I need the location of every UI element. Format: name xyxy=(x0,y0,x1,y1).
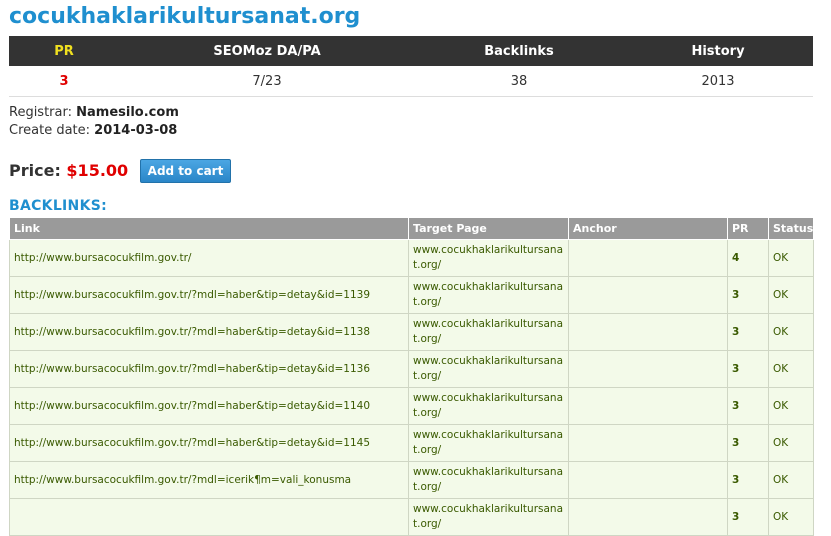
target-page: www.cocukhaklarikultursanat.org/ xyxy=(408,276,569,314)
backlink-url[interactable]: http://www.bursacocukfilm.gov.tr/?mdl=ic… xyxy=(9,461,409,499)
backlink-pr: 3 xyxy=(727,424,769,462)
backlinks-header-target: Target Page xyxy=(408,218,569,240)
backlink-status: OK xyxy=(768,313,814,351)
table-row: www.cocukhaklarikultursanat.org/3 OK xyxy=(9,498,814,536)
backlink-url[interactable]: http://www.bursacocukfilm.gov.tr/?mdl=ha… xyxy=(9,350,409,388)
backlinks-heading: BACKLINKS: xyxy=(9,198,108,214)
anchor-text xyxy=(568,387,728,425)
backlink-pr: 3 xyxy=(727,313,769,351)
backlink-url[interactable]: http://www.bursacocukfilm.gov.tr/?mdl=ha… xyxy=(9,276,409,314)
target-page: www.cocukhaklarikultursanat.org/ xyxy=(408,313,569,351)
create-date-value: 2014-03-08 xyxy=(94,123,178,138)
domain-title: cocukhaklarikultursanat.org xyxy=(9,4,361,29)
target-page: www.cocukhaklarikultursanat.org/ xyxy=(408,350,569,388)
backlinks-table-body: http://www.bursacocukfilm.gov.tr/www.coc… xyxy=(9,239,814,536)
page: cocukhaklarikultursanat.org PR SEOMoz DA… xyxy=(0,0,831,536)
table-row: http://www.bursacocukfilm.gov.tr/?mdl=ic… xyxy=(9,461,814,499)
backlink-pr: 3 xyxy=(727,276,769,314)
backlink-url[interactable]: http://www.bursacocukfilm.gov.tr/?mdl=ha… xyxy=(9,313,409,351)
backlink-pr: 4 xyxy=(727,239,769,277)
create-date-line: Create date: 2014-03-08 xyxy=(9,123,177,138)
target-page: www.cocukhaklarikultursanat.org/ xyxy=(408,424,569,462)
stats-header-history: History xyxy=(623,36,813,66)
stats-header-row: PR SEOMoz DA/PA Backlinks History xyxy=(9,36,813,66)
backlinks-table: Link Target Page Anchor PR Status http:/… xyxy=(9,218,814,536)
backlink-url[interactable] xyxy=(9,498,409,536)
domain-stats-table: PR SEOMoz DA/PA Backlinks History 3 7/23… xyxy=(9,36,813,97)
backlink-url[interactable]: http://www.bursacocukfilm.gov.tr/?mdl=ha… xyxy=(9,387,409,425)
price-label: Price: xyxy=(9,161,61,180)
anchor-text xyxy=(568,498,728,536)
backlinks-header-row: Link Target Page Anchor PR Status xyxy=(9,218,814,240)
stats-value-backlinks: 38 xyxy=(415,66,623,97)
backlink-status: OK xyxy=(768,424,814,462)
table-row: http://www.bursacocukfilm.gov.tr/?mdl=ha… xyxy=(9,313,814,351)
backlink-status: OK xyxy=(768,239,814,277)
anchor-text xyxy=(568,276,728,314)
target-page: www.cocukhaklarikultursanat.org/ xyxy=(408,387,569,425)
stats-header-seomoz: SEOMoz DA/PA xyxy=(119,36,415,66)
backlinks-header-link: Link xyxy=(9,218,409,240)
backlink-pr: 3 xyxy=(727,461,769,499)
stats-header-pr: PR xyxy=(9,36,119,66)
registrar-line: Registrar: Namesilo.com xyxy=(9,105,179,120)
price-amount: $15.00 xyxy=(66,161,129,180)
stats-value-history: 2013 xyxy=(623,66,813,97)
registrar-label: Registrar: xyxy=(9,105,72,120)
backlink-url[interactable]: http://www.bursacocukfilm.gov.tr/ xyxy=(9,239,409,277)
anchor-text xyxy=(568,461,728,499)
table-row: http://www.bursacocukfilm.gov.tr/?mdl=ha… xyxy=(9,387,814,425)
backlink-status: OK xyxy=(768,276,814,314)
table-row: http://www.bursacocukfilm.gov.tr/?mdl=ha… xyxy=(9,350,814,388)
anchor-text xyxy=(568,350,728,388)
target-page: www.cocukhaklarikultursanat.org/ xyxy=(408,498,569,536)
table-row: http://www.bursacocukfilm.gov.tr/?mdl=ha… xyxy=(9,424,814,462)
backlink-status: OK xyxy=(768,498,814,536)
backlink-status: OK xyxy=(768,387,814,425)
anchor-text xyxy=(568,424,728,462)
stats-value-seomoz: 7/23 xyxy=(119,66,415,97)
table-row: http://www.bursacocukfilm.gov.tr/www.coc… xyxy=(9,239,814,277)
backlink-url[interactable]: http://www.bursacocukfilm.gov.tr/?mdl=ha… xyxy=(9,424,409,462)
backlink-status: OK xyxy=(768,461,814,499)
anchor-text xyxy=(568,239,728,277)
target-page: www.cocukhaklarikultursanat.org/ xyxy=(408,461,569,499)
add-to-cart-button[interactable]: Add to cart xyxy=(140,159,231,183)
table-row: http://www.bursacocukfilm.gov.tr/?mdl=ha… xyxy=(9,276,814,314)
backlink-status: OK xyxy=(768,350,814,388)
stats-value-row: 3 7/23 38 2013 xyxy=(9,66,813,97)
target-page: www.cocukhaklarikultursanat.org/ xyxy=(408,239,569,277)
backlink-pr: 3 xyxy=(727,350,769,388)
price-line: Price: $15.00 xyxy=(9,161,128,180)
backlinks-header-pr: PR xyxy=(727,218,769,240)
backlink-pr: 3 xyxy=(727,498,769,536)
stats-value-pr: 3 xyxy=(9,66,119,97)
anchor-text xyxy=(568,313,728,351)
stats-header-backlinks: Backlinks xyxy=(415,36,623,66)
registrar-value: Namesilo.com xyxy=(76,105,179,120)
backlinks-header-anchor: Anchor xyxy=(568,218,728,240)
backlinks-header-status: Status xyxy=(768,218,814,240)
create-date-label: Create date: xyxy=(9,123,91,138)
backlink-pr: 3 xyxy=(727,387,769,425)
